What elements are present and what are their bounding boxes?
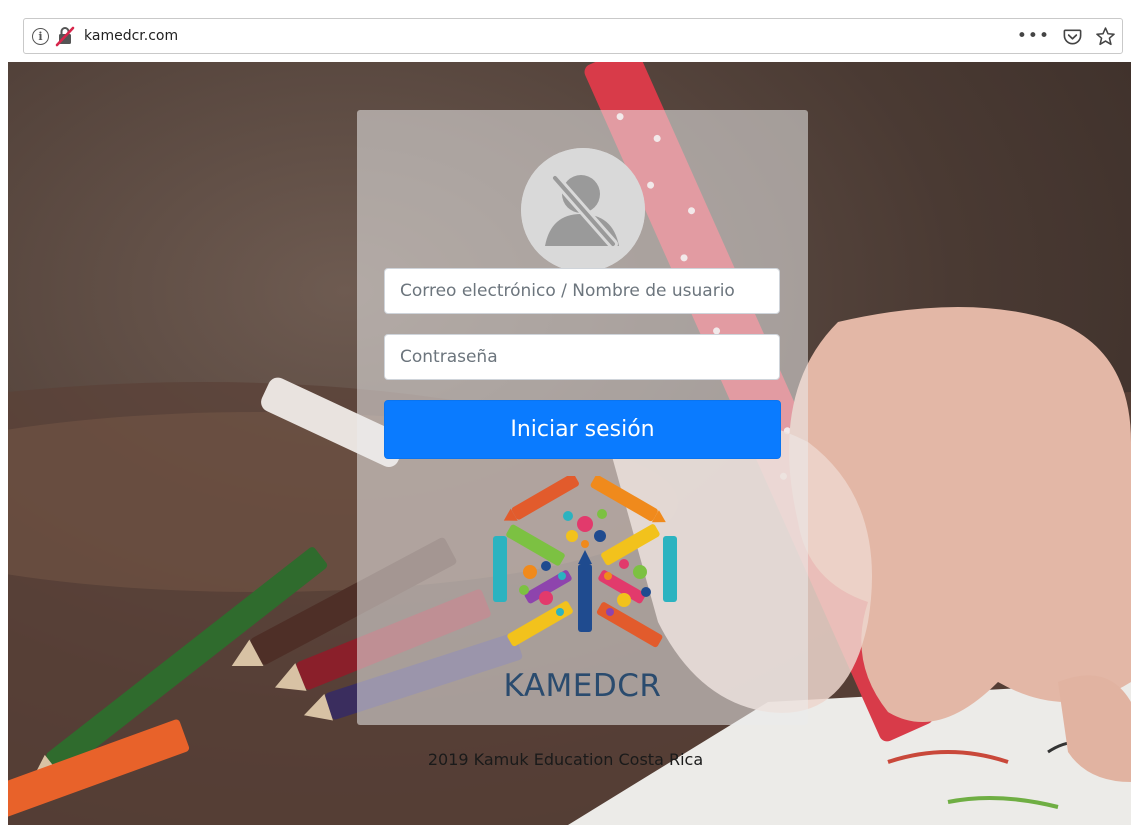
- page-viewport: Iniciar sesión: [8, 62, 1131, 825]
- info-icon[interactable]: i: [32, 27, 49, 45]
- address-bar[interactable]: i kamedcr.com •••: [23, 18, 1123, 54]
- url-text[interactable]: kamedcr.com: [84, 28, 178, 44]
- footer-copyright: 2019 Kamuk Education Costa Rica: [427, 750, 704, 769]
- more-actions-icon[interactable]: •••: [1017, 27, 1050, 45]
- brand-name: KAMEDCR: [503, 668, 662, 704]
- user-avatar-icon: [521, 148, 645, 272]
- email-username-input[interactable]: [384, 268, 780, 314]
- login-button[interactable]: Iniciar sesión: [384, 400, 781, 459]
- password-input[interactable]: [384, 334, 780, 380]
- pocket-icon[interactable]: [1062, 26, 1083, 47]
- bookmark-star-icon[interactable]: [1095, 26, 1116, 47]
- insecure-connection-icon[interactable]: [54, 25, 76, 47]
- login-card: Iniciar sesión: [357, 110, 808, 725]
- crayons-hexagon-logo: [493, 476, 677, 648]
